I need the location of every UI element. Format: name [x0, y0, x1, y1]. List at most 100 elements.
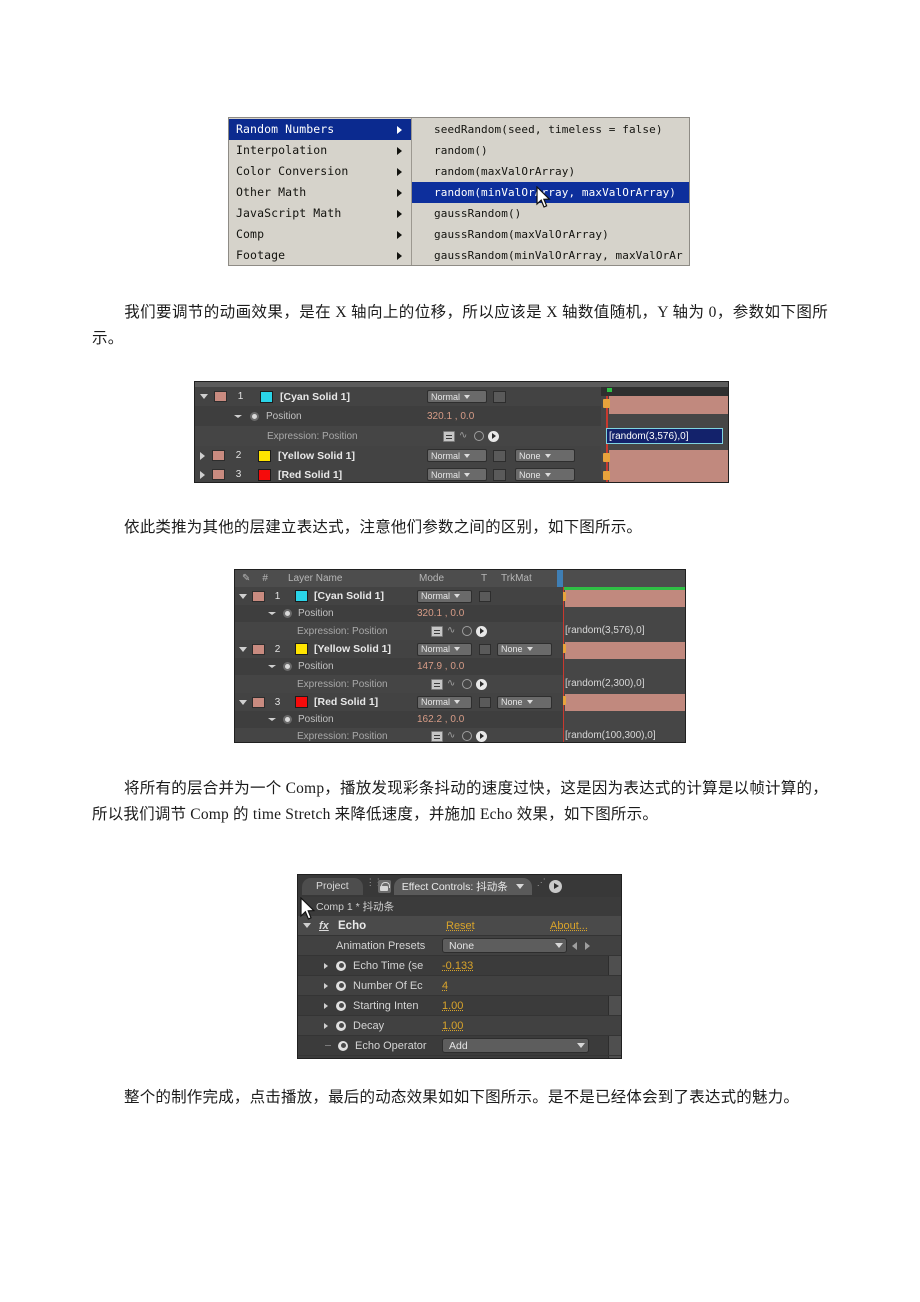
menu-item-random-numbers[interactable]: Random Numbers [229, 119, 411, 140]
stopwatch-icon[interactable] [283, 662, 292, 671]
stopwatch-icon[interactable] [336, 1000, 346, 1011]
expression-graph-icon[interactable]: ∿ [447, 679, 458, 689]
layer-twirl-down-icon[interactable] [200, 394, 208, 399]
timeline-row-expression-3[interactable]: Expression: Position ∿ [235, 728, 563, 742]
submenu-item-random-max[interactable]: random(maxValOrArray) [412, 161, 689, 182]
layer-bar-cyan[interactable] [609, 396, 728, 414]
expression-language-menu-icon[interactable] [476, 678, 487, 690]
param-twirl-icon[interactable] [324, 962, 328, 969]
param-row-echo-time[interactable]: Echo Time (se -0.133 [298, 956, 621, 976]
param-value[interactable]: 1.00 [442, 1020, 463, 1032]
effect-header-echo[interactable]: fx Echo Reset About... [298, 916, 621, 936]
layer-twirl-down-icon[interactable] [239, 646, 247, 652]
timeline-row-layer-1[interactable]: 1 [Cyan Solid 1] Normal [195, 387, 601, 406]
param-value[interactable]: 4 [442, 980, 448, 992]
expression-text-3[interactable]: [random(100,300),0] [565, 730, 656, 741]
expression-graph-icon[interactable]: ∿ [447, 626, 458, 636]
expression-enable-icon[interactable] [431, 625, 443, 637]
menu-item-color-conversion[interactable]: Color Conversion [229, 161, 411, 182]
layer-bar-red[interactable] [565, 694, 685, 711]
expression-graph-icon[interactable]: ∿ [459, 431, 470, 441]
submenu-item-gaussrandom-min-max[interactable]: gaussRandom(minValOrArray, maxValOrAr [412, 245, 689, 265]
submenu-item-gaussrandom-max[interactable]: gaussRandom(maxValOrArray) [412, 224, 689, 245]
motion-blur-toggle[interactable] [479, 590, 491, 602]
layer-name-header[interactable]: Layer Name [288, 573, 342, 584]
submenu-item-gaussrandom[interactable]: gaussRandom() [412, 203, 689, 224]
layer-twirl-down-icon[interactable] [239, 699, 247, 705]
timeline-row-expression-2[interactable]: Expression: Position ∿ [235, 675, 563, 693]
timeline-row-position-1[interactable]: Position 320.1 , 0.0 [195, 406, 601, 426]
stopwatch-icon[interactable] [283, 715, 292, 724]
expression-controls[interactable]: ∿ [443, 430, 499, 442]
cti-head-row4[interactable] [603, 453, 610, 462]
layer-name[interactable]: [Cyan Solid 1] [280, 391, 350, 403]
layer-bar-cyan[interactable] [565, 590, 685, 607]
expression-text-1[interactable]: [random(3,576),0] [565, 625, 645, 636]
layer-bar-yellow[interactable] [609, 450, 728, 468]
timeline-row-layer-3[interactable]: 3 [Red Solid 1] Normal None [195, 465, 601, 482]
timeline-panel-all-layers[interactable]: ✎ # Layer Name Mode T TrkMat 1 [Cyan Sol… [234, 569, 686, 743]
blend-mode-dropdown[interactable]: Normal [427, 468, 487, 481]
tab-project[interactable]: Project [302, 877, 363, 895]
layer-name[interactable]: [Yellow Solid 1] [278, 450, 355, 462]
param-twirl-icon[interactable] [324, 1002, 328, 1009]
expression-controls[interactable]: ∿ [431, 625, 487, 637]
menu-item-other-math[interactable]: Other Math [229, 182, 411, 203]
blend-mode-dropdown[interactable]: Normal [417, 589, 472, 603]
label-color-swatch[interactable] [212, 469, 225, 480]
tab-effect-controls[interactable]: Effect Controls: 抖动条 [393, 877, 532, 895]
menu-item-comp[interactable]: Comp [229, 224, 411, 245]
param-row-starting-intensity[interactable]: Starting Inten 1.00 [298, 996, 621, 1016]
param-row-animation-presets[interactable]: Animation Presets None [298, 936, 621, 956]
trkmat-header[interactable]: TrkMat [501, 573, 532, 584]
layer-twirl-down-icon[interactable] [239, 593, 247, 599]
blend-mode-dropdown[interactable]: Normal [427, 390, 487, 403]
param-row-decay[interactable]: Decay 1.00 [298, 1016, 621, 1036]
expression-pickwhip-icon[interactable] [474, 431, 484, 441]
stopwatch-icon[interactable] [338, 1040, 348, 1051]
param-twirl-icon[interactable] [324, 1022, 328, 1029]
layer-bar-yellow[interactable] [565, 642, 685, 659]
property-value[interactable]: 320.1 , 0.0 [427, 411, 474, 422]
effect-controls-panel[interactable]: Project ⋮⋮ Effect Controls: 抖动条 ⋰ Comp 1… [297, 874, 622, 1059]
property-value[interactable]: 147.9 , 0.0 [417, 661, 464, 672]
trkmat-dropdown[interactable]: None [515, 468, 575, 481]
panel-menu-button[interactable] [548, 879, 562, 893]
blend-mode-dropdown[interactable]: Normal [427, 449, 487, 462]
expression-edit-field[interactable]: [random(3,576),0] [606, 428, 723, 444]
property-twirl-down-icon[interactable] [234, 414, 242, 418]
blend-mode-dropdown[interactable]: Normal [417, 695, 472, 709]
label-color-swatch[interactable] [212, 450, 225, 461]
animation-presets-dropdown[interactable]: None [442, 938, 567, 953]
label-color-swatch[interactable] [214, 391, 227, 402]
submenu-item-random[interactable]: random() [412, 140, 689, 161]
stopwatch-icon[interactable] [250, 411, 259, 421]
timeline-panel-single[interactable]: 1 [Cyan Solid 1] Normal Position 320.1 ,… [194, 381, 729, 483]
stopwatch-icon[interactable] [336, 980, 346, 991]
param-row-number-of-echoes[interactable]: Number Of Ec 4 [298, 976, 621, 996]
submenu-item-random-min-max[interactable]: random(minValOrArray, maxValOrArray) [412, 182, 689, 203]
timeline-row-position-3[interactable]: Position 162.2 , 0.0 [235, 711, 563, 728]
timeline-row-expression-1[interactable]: Expression: Position ∿ [235, 622, 563, 640]
motion-blur-toggle[interactable] [479, 643, 491, 655]
expression-enable-icon[interactable] [443, 430, 455, 442]
layer-name[interactable]: [Yellow Solid 1] [314, 643, 391, 655]
panel-menu-dots-icon[interactable]: ⋰ [537, 878, 546, 893]
expression-controls[interactable]: ∿ [431, 678, 487, 690]
motion-blur-toggle[interactable] [479, 696, 491, 708]
mode-header[interactable]: Mode [419, 573, 444, 584]
cti-head-row5[interactable] [603, 471, 610, 480]
trkmat-dropdown[interactable]: None [497, 642, 552, 656]
about-button[interactable]: About... [550, 920, 588, 932]
expression-text-2[interactable]: [random(2,300),0] [565, 678, 645, 689]
panel-grip-icon[interactable]: ⋮⋮ [366, 878, 383, 893]
expression-enable-icon[interactable] [431, 678, 443, 690]
property-twirl-down-icon[interactable] [268, 665, 276, 668]
timeline-row-layer-1[interactable]: 1 [Cyan Solid 1] Normal [235, 587, 563, 605]
expression-pickwhip-icon[interactable] [462, 626, 472, 636]
layer-twirl-icon[interactable] [200, 470, 205, 479]
layer-name[interactable]: [Cyan Solid 1] [314, 590, 384, 602]
effect-twirl-down-icon[interactable] [303, 923, 311, 928]
timeline-row-position-2[interactable]: Position 147.9 , 0.0 [235, 658, 563, 675]
param-row-echo-operator[interactable]: Echo Operator Add [298, 1036, 621, 1056]
